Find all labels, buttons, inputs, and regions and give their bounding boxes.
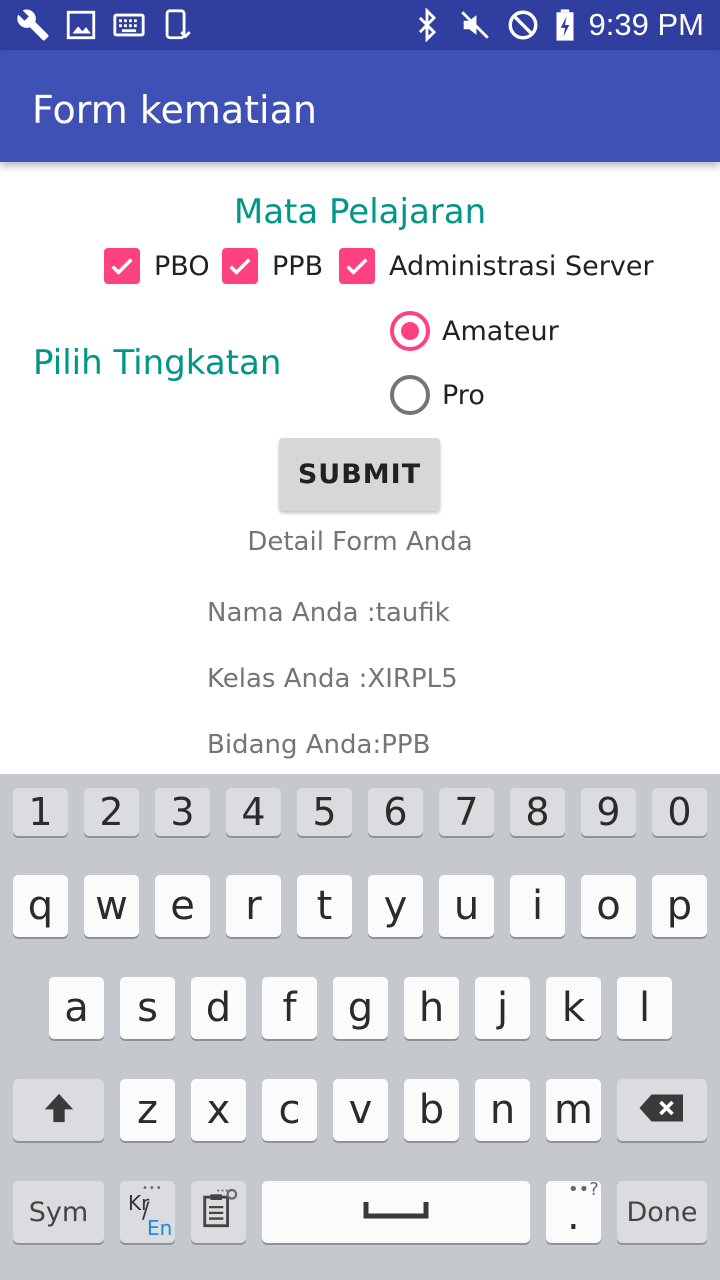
key-i[interactable]: i bbox=[510, 875, 565, 937]
app-title: Form kematian bbox=[32, 88, 317, 132]
key-p[interactable]: p bbox=[652, 875, 707, 937]
space-bar-icon bbox=[363, 1199, 429, 1225]
backspace-key[interactable] bbox=[617, 1079, 707, 1141]
key-c[interactable]: c bbox=[262, 1079, 317, 1141]
shift-key[interactable] bbox=[13, 1079, 104, 1141]
checkbox-checked-icon[interactable] bbox=[104, 248, 140, 284]
key-w[interactable]: w bbox=[84, 875, 139, 937]
key-o[interactable]: o bbox=[581, 875, 636, 937]
sym-label: Sym bbox=[28, 1196, 89, 1228]
key-x[interactable]: x bbox=[191, 1079, 246, 1141]
key-q[interactable]: q bbox=[13, 875, 68, 937]
key-t[interactable]: t bbox=[297, 875, 352, 937]
key-z[interactable]: z bbox=[120, 1079, 175, 1141]
backspace-icon bbox=[638, 1093, 686, 1127]
key-b[interactable]: b bbox=[404, 1079, 459, 1141]
checkbox-label: Administrasi Server bbox=[389, 251, 654, 282]
status-time: 9:39 PM bbox=[588, 7, 704, 42]
key-5[interactable]: 5 bbox=[297, 788, 352, 836]
space-key[interactable] bbox=[262, 1181, 530, 1243]
key-s[interactable]: s bbox=[120, 977, 175, 1039]
key-v[interactable]: v bbox=[333, 1079, 388, 1141]
radio-pro[interactable] bbox=[390, 375, 430, 415]
wrench-icon bbox=[16, 8, 50, 42]
battery-charging-icon bbox=[550, 8, 584, 42]
key-g[interactable]: g bbox=[333, 977, 388, 1039]
checkbox-label: PBO bbox=[154, 251, 210, 282]
period-key[interactable]: ••? . bbox=[546, 1179, 601, 1243]
key-6[interactable]: 6 bbox=[368, 788, 423, 836]
key-d[interactable]: d bbox=[191, 977, 246, 1039]
keyboard-icon bbox=[112, 8, 146, 42]
status-bar: 9:39 PM bbox=[0, 0, 720, 50]
key-n[interactable]: n bbox=[475, 1079, 530, 1141]
key-e[interactable]: e bbox=[155, 875, 210, 937]
subjects-title: Mata Pelajaran bbox=[233, 192, 487, 232]
key-8[interactable]: 8 bbox=[510, 788, 565, 836]
radio-label-pro[interactable]: Pro bbox=[442, 380, 485, 411]
image-icon bbox=[64, 8, 98, 42]
mute-icon bbox=[458, 8, 492, 42]
device-rotate-icon bbox=[160, 8, 194, 42]
key-j[interactable]: j bbox=[475, 977, 530, 1039]
bluetooth-icon bbox=[410, 7, 444, 43]
key-m[interactable]: m bbox=[546, 1079, 601, 1141]
key-r[interactable]: r bbox=[226, 875, 281, 937]
key-u[interactable]: u bbox=[439, 875, 494, 937]
clipboard-key[interactable]: ••• bbox=[191, 1181, 246, 1243]
detail-title: Detail Form Anda bbox=[247, 527, 473, 557]
svg-text:•••: ••• bbox=[216, 1188, 229, 1195]
key-2[interactable]: 2 bbox=[84, 788, 139, 836]
period-dot-icon: . bbox=[567, 1193, 580, 1239]
key-3[interactable]: 3 bbox=[155, 788, 210, 836]
key-7[interactable]: 7 bbox=[439, 788, 494, 836]
key-9[interactable]: 9 bbox=[581, 788, 636, 836]
language-key[interactable]: ••• Kr / En bbox=[120, 1181, 175, 1243]
sym-key[interactable]: Sym bbox=[13, 1181, 104, 1243]
detail-name: Nama Anda :taufik bbox=[207, 598, 450, 628]
app-bar: Form kematian bbox=[0, 50, 720, 162]
language-en-label: En bbox=[147, 1216, 173, 1240]
detail-class: Kelas Anda :XIRPL5 bbox=[207, 664, 458, 694]
checkbox-checked-icon[interactable] bbox=[339, 248, 375, 284]
detail-field: Bidang Anda:PPB bbox=[207, 730, 431, 760]
key-4[interactable]: 4 bbox=[226, 788, 281, 836]
do-not-disturb-icon bbox=[506, 8, 540, 42]
radio-label-amateur[interactable]: Amateur bbox=[442, 316, 559, 347]
key-h[interactable]: h bbox=[404, 977, 459, 1039]
key-1[interactable]: 1 bbox=[13, 788, 68, 836]
radio-amateur[interactable] bbox=[390, 311, 430, 351]
checkbox-checked-icon[interactable] bbox=[222, 248, 258, 284]
key-l[interactable]: l bbox=[617, 977, 672, 1039]
shift-arrow-icon bbox=[42, 1091, 76, 1129]
keyboard: 1 2 3 4 5 6 7 8 9 0 q w e r t y u i o p … bbox=[0, 774, 720, 1280]
done-key[interactable]: Done bbox=[617, 1181, 707, 1243]
key-0[interactable]: 0 bbox=[652, 788, 707, 836]
level-label: Pilih Tingkatan bbox=[33, 343, 282, 383]
key-a[interactable]: a bbox=[49, 977, 104, 1039]
key-y[interactable]: y bbox=[368, 875, 423, 937]
key-k[interactable]: k bbox=[546, 977, 601, 1039]
done-label: Done bbox=[626, 1196, 698, 1228]
key-f[interactable]: f bbox=[262, 977, 317, 1039]
checkbox-label: PPB bbox=[272, 251, 324, 282]
submit-button[interactable]: SUBMIT bbox=[279, 438, 440, 511]
clipboard-settings-icon: ••• bbox=[199, 1186, 239, 1236]
